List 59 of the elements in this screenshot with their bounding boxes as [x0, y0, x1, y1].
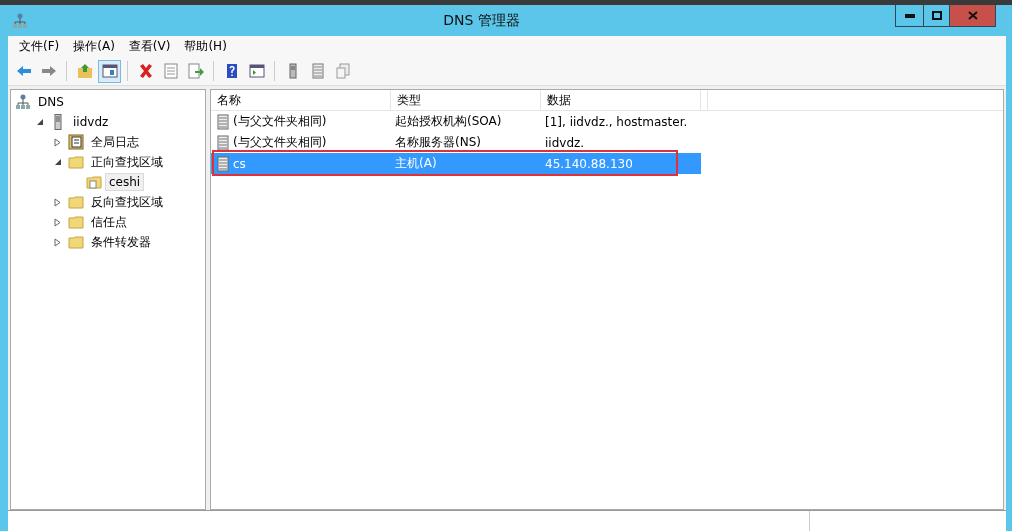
table-cell: cs — [233, 156, 246, 171]
back-arrow-icon — [15, 63, 32, 79]
toolbar-button[interactable] — [98, 59, 121, 83]
table-cell: (与父文件夹相同) — [233, 113, 327, 130]
table-cell: 45.140.88.130 — [545, 156, 633, 171]
tree-item[interactable]: 信任点 — [87, 211, 131, 233]
record-row[interactable]: (与父文件夹相同) 名称服务器(NS) iidvdz. — [211, 132, 701, 153]
column-header[interactable]: 类型 — [391, 90, 541, 110]
network-icon — [12, 12, 28, 29]
export-list-icon — [187, 63, 204, 79]
collapsed-triangle-icon[interactable] — [54, 197, 62, 207]
minimize-icon — [904, 13, 915, 18]
tree-item[interactable]: 正向查找区域 — [87, 151, 167, 173]
folder-up-icon — [76, 63, 93, 79]
tree-item[interactable]: 全局日志 — [87, 131, 143, 153]
folder-icon — [68, 154, 84, 170]
forward-arrow-icon — [40, 63, 57, 79]
folder-icon — [68, 214, 84, 230]
record-icon — [215, 113, 231, 130]
tree-item[interactable]: 反向查找区域 — [87, 191, 167, 213]
close-icon — [967, 11, 978, 20]
record-icon — [215, 134, 231, 151]
tree-pane-icon — [101, 63, 118, 79]
tree-item[interactable]: DNS — [34, 93, 68, 111]
properties-icon — [162, 63, 179, 79]
table-cell: [1], iidvdz., hostmaster. — [545, 114, 688, 129]
network-icon — [15, 94, 31, 110]
table-cell: 起始授权机构(SOA) — [395, 113, 502, 130]
table-cell: 名称服务器(NS) — [395, 134, 481, 151]
tree-item[interactable]: ceshi — [105, 173, 145, 191]
table-cell: (与父文件夹相同) — [233, 134, 327, 151]
close-button[interactable] — [949, 5, 995, 26]
collapsed-triangle-icon[interactable] — [54, 217, 62, 227]
maximize-icon — [931, 11, 942, 20]
delete-icon — [137, 63, 154, 79]
window-title: DNS 管理器 — [442, 11, 521, 30]
zone-folder-icon — [86, 174, 102, 190]
tree-item[interactable]: iidvdz — [69, 113, 113, 131]
expanded-triangle-icon[interactable] — [36, 118, 44, 126]
menu-item[interactable]: 帮助(H) — [177, 38, 234, 55]
record-row[interactable]: (与父文件夹相同) 起始授权机构(SOA) [1], iidvdz., hostmaster. — [211, 111, 701, 132]
table-cell: 主机(A) — [395, 155, 437, 172]
tree-item[interactable]: 条件转发器 — [87, 231, 155, 253]
menu-item[interactable]: 文件(F) — [12, 38, 67, 55]
menu-item[interactable]: 查看(V) — [121, 38, 178, 55]
action-pane-icon — [248, 63, 265, 79]
column-header[interactable]: 名称 — [211, 90, 391, 110]
table-cell: iidvdz. — [545, 135, 585, 150]
expanded-triangle-icon[interactable] — [54, 158, 62, 166]
copy-icon — [334, 63, 351, 79]
folder-icon — [68, 194, 84, 210]
column-header[interactable]: 数据 — [541, 90, 701, 110]
collapsed-triangle-icon[interactable] — [54, 237, 62, 247]
record-icon — [215, 155, 231, 172]
log-book-icon — [68, 134, 84, 150]
folder-icon — [68, 234, 84, 250]
list-icon — [309, 63, 326, 79]
collapsed-triangle-icon[interactable] — [54, 137, 62, 147]
menu-item[interactable]: 操作(A) — [66, 38, 122, 55]
